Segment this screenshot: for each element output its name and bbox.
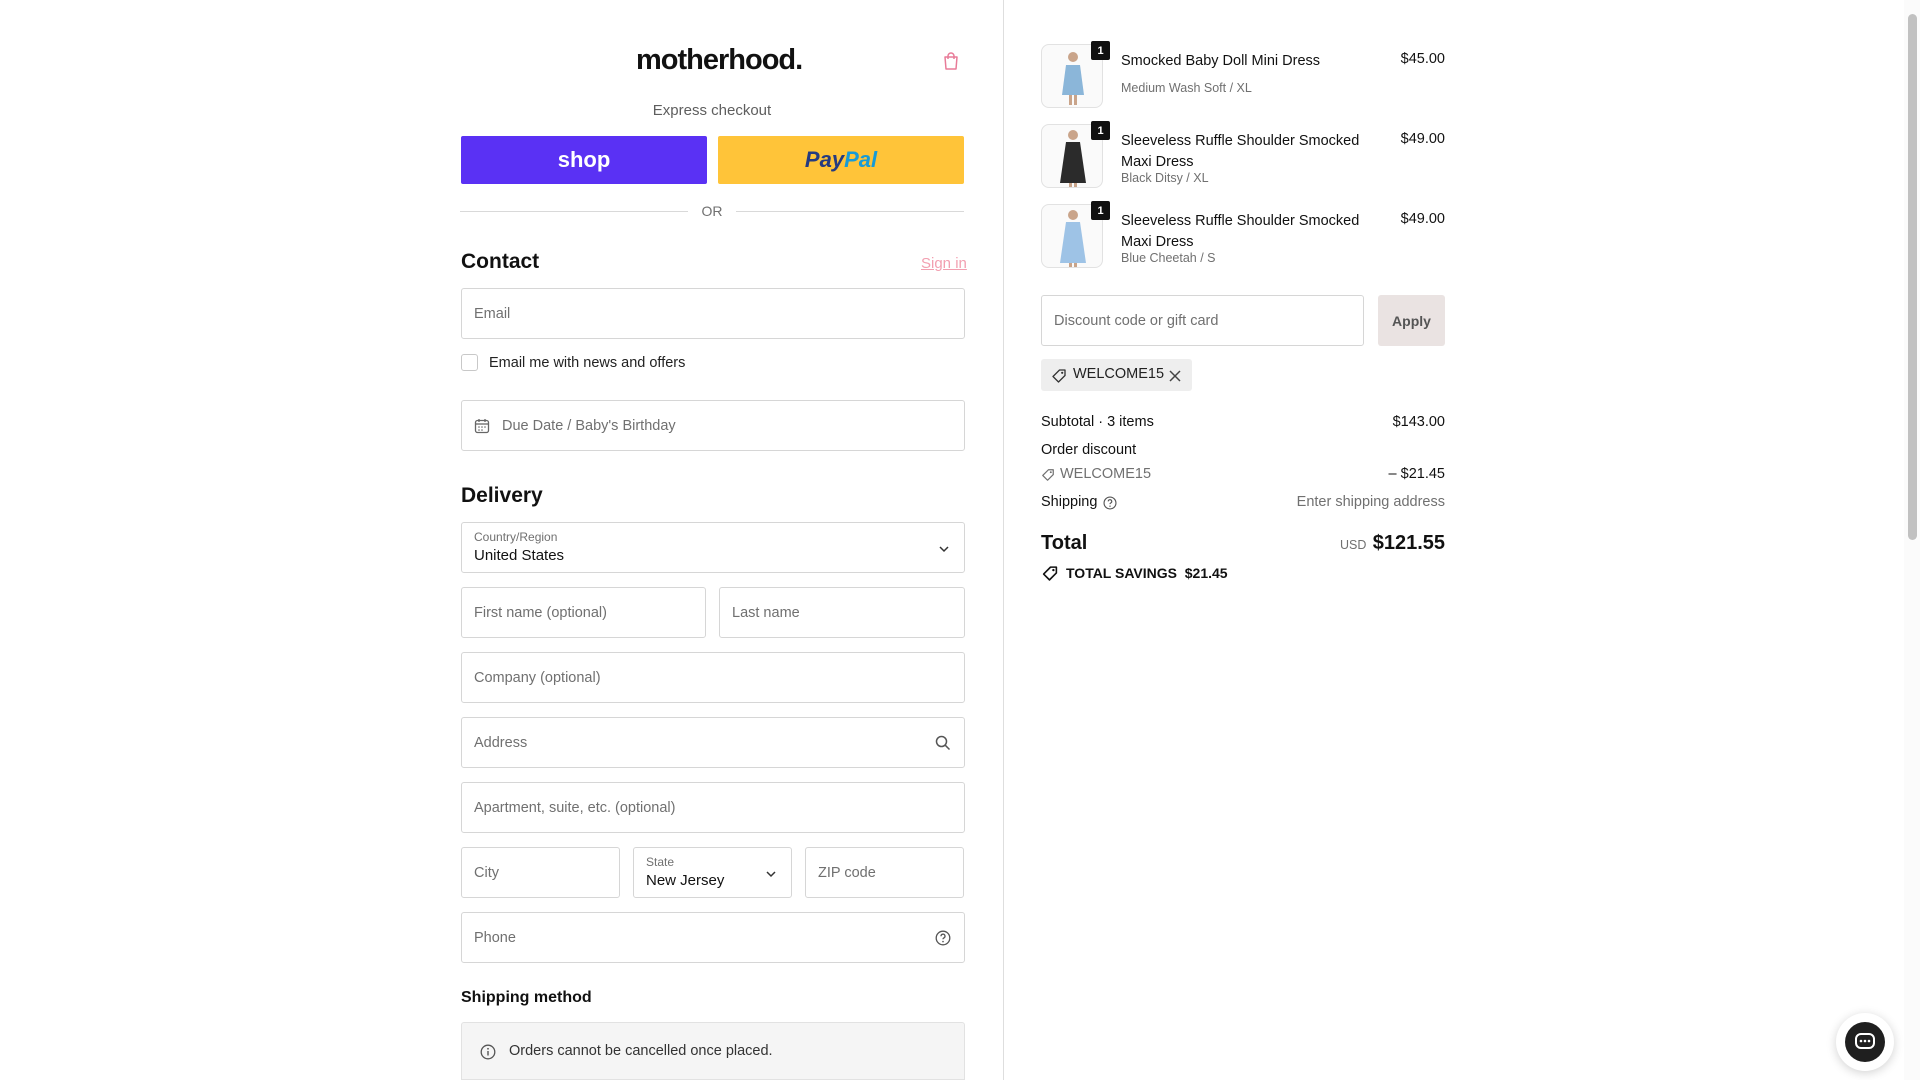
sign-in-link[interactable]: Sign in (921, 255, 967, 272)
email-placeholder: Email (474, 305, 511, 322)
news-checkbox[interactable] (461, 354, 478, 371)
discount-value: – $21.45 (1388, 466, 1445, 482)
brand-logo[interactable]: motherhood. (636, 44, 803, 77)
quantity-badge: 1 (1091, 41, 1110, 60)
due-date-placeholder: Due Date / Baby's Birthday (502, 417, 676, 434)
country-label: Country/Region (474, 530, 558, 544)
phone-placeholder: Phone (474, 929, 516, 946)
item-price: $45.00 (1400, 51, 1445, 67)
first-name-placeholder: First name (optional) (474, 604, 607, 621)
contact-heading: Contact (461, 250, 540, 273)
paypal-label-pay: Pay (804, 147, 845, 172)
discount-placeholder: Discount code or gift card (1054, 312, 1219, 329)
state-value: New Jersey (646, 872, 725, 889)
item-name: Sleeveless Ruffle Shoulder Smocked Maxi … (1121, 213, 1360, 250)
help-icon[interactable] (935, 930, 951, 951)
due-date-field[interactable]: Due Date / Baby's Birthday (461, 400, 965, 451)
country-select[interactable]: Country/Region United States (461, 522, 965, 573)
info-icon (480, 1044, 496, 1065)
last-name-placeholder: Last name (732, 604, 800, 621)
checkout-form-panel: motherhood. Express checkout shop Pay Pal… (0, 0, 1002, 1080)
item-name: Sleeveless Ruffle Shoulder Smocked Maxi … (1121, 133, 1360, 170)
or-divider: OR (460, 200, 964, 222)
search-icon (935, 735, 951, 756)
company-placeholder: Company (optional) (474, 669, 601, 686)
total-label: Total (1041, 532, 1088, 554)
calendar-icon (474, 418, 490, 439)
item-name: Smocked Baby Doll Mini Dress (1121, 53, 1321, 69)
chat-icon (1845, 1022, 1885, 1062)
item-variant: Blue Cheetah / S (1121, 251, 1216, 265)
savings-label: TOTAL SAVINGS (1066, 565, 1177, 581)
apartment-placeholder: Apartment, suite, etc. (optional) (474, 799, 676, 816)
news-checkbox-label: Email me with news and offers (489, 355, 686, 371)
shipping-method-heading: Shipping method (461, 989, 592, 1006)
quantity-badge: 1 (1091, 201, 1110, 220)
paypal-label-pal: Pal (844, 147, 878, 172)
or-label: OR (701, 203, 723, 219)
company-field[interactable]: Company (optional) (461, 652, 965, 703)
item-variant: Medium Wash Soft / XL (1121, 81, 1252, 95)
zip-field[interactable]: ZIP code (805, 847, 964, 898)
item-variant: Black Ditsy / XL (1121, 171, 1209, 185)
last-name-field[interactable]: Last name (719, 587, 965, 638)
shop-pay-label: shop (557, 147, 611, 172)
discount-chip: WELCOME15 (1041, 359, 1192, 391)
shipping-row: Shipping Enter shipping address (1041, 494, 1445, 510)
apply-label: Apply (1392, 312, 1431, 329)
order-discount-label: Order discount (1041, 442, 1137, 458)
chevron-down-icon (765, 867, 777, 879)
quantity-badge: 1 (1091, 121, 1110, 140)
tag-icon (1051, 368, 1067, 389)
help-icon[interactable] (1103, 496, 1117, 514)
apartment-field[interactable]: Apartment, suite, etc. (optional) (461, 782, 965, 833)
first-name-field[interactable]: First name (optional) (461, 587, 706, 638)
phone-field[interactable]: Phone (461, 912, 965, 963)
shop-pay-button[interactable]: shop (461, 136, 707, 184)
zip-placeholder: ZIP code (818, 864, 876, 881)
shipping-notice: Orders cannot be cancelled once placed. (461, 1022, 965, 1080)
close-icon[interactable] (1169, 369, 1181, 387)
delivery-heading: Delivery (461, 484, 543, 507)
shipping-value: Enter shipping address (1296, 494, 1445, 510)
order-discount-row: Order discount (1041, 442, 1445, 458)
address-placeholder: Address (474, 734, 528, 751)
chat-widget-button[interactable] (1836, 1013, 1894, 1071)
item-price: $49.00 (1400, 211, 1445, 227)
shipping-label: Shipping (1041, 494, 1098, 510)
address-field[interactable]: Address (461, 717, 965, 768)
savings-value: $21.45 (1184, 565, 1228, 581)
savings-tag-icon (1041, 565, 1059, 585)
tag-icon (1041, 468, 1055, 486)
discount-chip-code: WELCOME15 (1073, 366, 1165, 382)
shipping-notice-text: Orders cannot be cancelled once placed. (509, 1043, 773, 1059)
state-select[interactable]: State New Jersey (633, 847, 792, 898)
express-checkout-title: Express checkout (652, 102, 772, 119)
email-field[interactable]: Email (461, 288, 965, 339)
subtotal-value: $143.00 (1392, 414, 1445, 430)
apply-discount-button[interactable]: Apply (1378, 295, 1445, 346)
state-label: State (646, 855, 675, 869)
item-price: $49.00 (1400, 131, 1445, 147)
discount-code-label: WELCOME15 (1060, 466, 1152, 482)
scrollbar-thumb[interactable] (1908, 14, 1917, 540)
city-placeholder: City (474, 864, 499, 881)
total-value: $121.55 (1372, 532, 1445, 554)
page-scrollbar[interactable] (1904, 0, 1920, 1080)
city-field[interactable]: City (461, 847, 620, 898)
shopping-bag-icon[interactable] (941, 51, 961, 71)
paypal-button[interactable]: Pay Pal (718, 136, 964, 184)
discount-code-field[interactable]: Discount code or gift card (1041, 295, 1364, 346)
country-value: United States (474, 547, 565, 564)
subtotal-row: Subtotal · 3 items $143.00 (1041, 414, 1445, 430)
chevron-down-icon (938, 542, 950, 554)
subtotal-label: Subtotal · 3 items (1041, 414, 1154, 430)
currency-code: USD (1340, 538, 1367, 552)
